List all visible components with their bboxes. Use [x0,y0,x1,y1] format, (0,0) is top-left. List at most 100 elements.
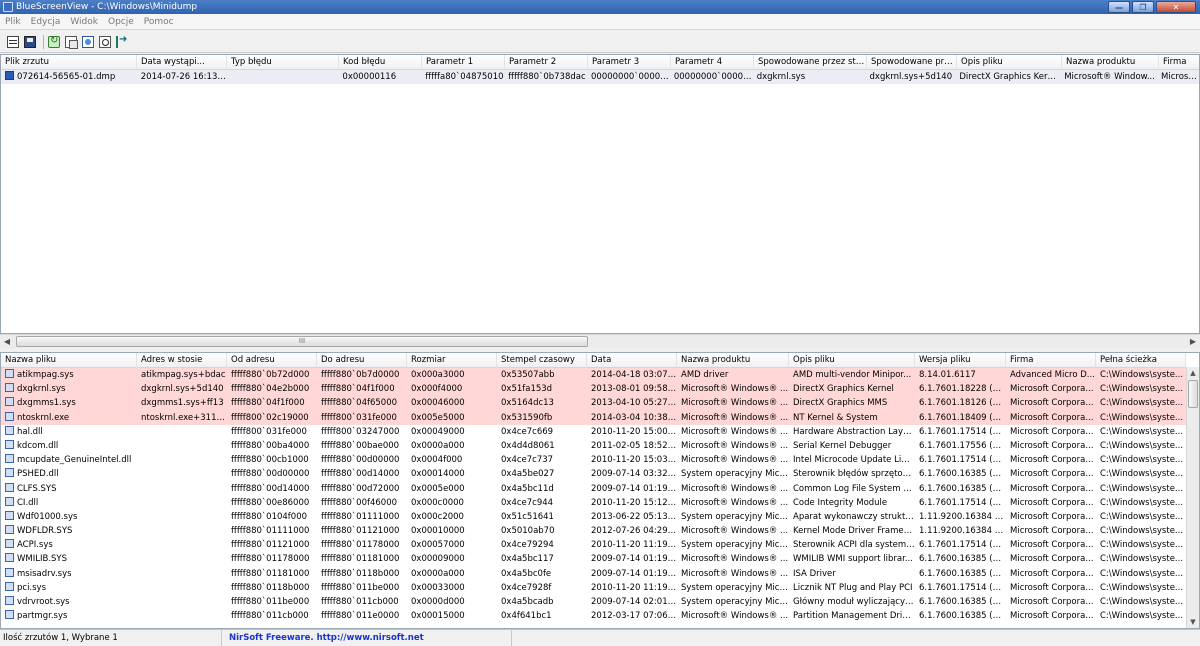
menu-edit[interactable]: Edycja [26,17,66,27]
properties-button[interactable] [6,35,20,49]
column-header[interactable]: Firma [1006,353,1096,368]
table-row[interactable]: vdrvroot.sys fffff880`011be000 fffff880`01… [1,595,1199,609]
cell-text: AMD driver [681,370,729,380]
table-cell: Microsoft® Windows® ... [677,552,789,566]
table-row[interactable]: partmgr.sys fffff880`011cb000 fffff880`011… [1,609,1199,623]
table-cell: Sterownik błędów sprzętow... [789,467,915,481]
find-button[interactable] [98,35,112,49]
cell-text: Microsoft Corpora... [1010,568,1094,579]
html-report-button[interactable] [81,35,95,49]
dump-list-hscrollbar[interactable]: ◀ III ▶ [0,334,1200,348]
cell-text: fffff880`01111000 [321,511,400,522]
column-header[interactable]: Nazwa produktu [1062,55,1159,70]
table-row[interactable]: kdcom.dll fffff880`00ba4000 fffff880`00bae… [1,439,1199,453]
column-header[interactable]: Adres w stosie [137,353,227,368]
table-row[interactable]: WDFLDR.SYS fffff880`01111000 fffff880`0112… [1,524,1199,538]
cell-text: fffff880`01178000 [321,540,400,551]
menu-file[interactable]: Plik [0,17,26,27]
column-header[interactable]: Opis pliku [957,55,1062,70]
column-header[interactable]: Parametr 3 [588,55,671,70]
menu-help[interactable]: Pomoc [139,17,179,27]
column-header[interactable]: Nazwa pliku [1,353,137,368]
table-cell: fffff880`01178000 [317,538,407,552]
dump-file-list[interactable]: Plik zrzutu Data wystąpi... Typ błędu Kod b… [0,54,1200,334]
column-header[interactable]: Spowodowane przez ste... [754,55,867,70]
scroll-up-icon[interactable]: ▲ [1187,367,1199,379]
minimize-button[interactable]: — [1108,1,1130,13]
column-header[interactable]: Wersja pliku [915,353,1006,368]
table-row[interactable]: dxgkrnl.sys dxgkrnl.sys+5d140 fffff880`04e… [1,382,1199,397]
cell-text: Microsoft Corpora... [1010,455,1094,466]
table-row[interactable]: Wdf01000.sys fffff880`0104f000 fffff880`01… [1,510,1199,524]
table-row[interactable]: ntoskrnl.exe ntoskrnl.exe+31173a fffff800`… [1,410,1199,425]
table-row[interactable]: 072614-56565-01.dmp 2014-07-26 16:13:38 0x… [1,70,1199,85]
cell-text: ACPI.sys [17,540,53,551]
title-bar[interactable]: BlueScreenView - C:\Windows\Minidump — ❐… [0,0,1200,14]
column-header[interactable]: Parametr 2 [505,55,588,70]
scroll-thumb[interactable]: III [16,336,588,347]
column-header[interactable]: Kod błędu [339,55,422,70]
scroll-down-icon[interactable]: ▼ [1187,616,1199,628]
table-cell: C:\Windows\syste... [1096,368,1186,382]
column-header[interactable]: Opis pliku [789,353,915,368]
column-header[interactable]: Nazwa produktu [677,353,789,368]
save-button[interactable] [23,35,37,49]
copy-icon [65,35,78,49]
table-cell: 0x4f641bc1 [497,609,587,623]
table-row[interactable]: dxgmms1.sys dxgmms1.sys+ff13 fffff880`04f1… [1,396,1199,411]
cell-text: ISA Driver [793,568,836,579]
column-header[interactable]: Data [587,353,677,368]
table-row[interactable]: CI.dll fffff880`00e86000 fffff880`00f46000… [1,496,1199,510]
refresh-button[interactable] [47,35,61,49]
close-button[interactable]: ✕ [1156,1,1196,13]
cell-text: Microsoft Corpora... [1010,426,1094,437]
table-cell [137,581,227,595]
column-header[interactable]: Parametr 4 [671,55,754,70]
cell-text: Microsoft® Windows® ... [681,384,789,395]
table-cell: fffff800`02c19000 [227,411,317,425]
column-header[interactable]: Stempel czasowy [497,353,587,368]
column-header[interactable]: Typ błędu [227,55,339,70]
table-row[interactable]: PSHED.dll fffff880`00d00000 fffff880`00d14… [1,467,1199,481]
dump-list-header: Plik zrzutu Data wystąpi... Typ błędu Kod b… [1,55,1199,70]
cell-text: C:\Windows\syste... [1100,568,1184,579]
scroll-left-icon[interactable]: ◀ [0,335,14,348]
column-header[interactable]: Data wystąpi... [137,55,227,70]
driver-file-icon [5,610,14,620]
table-cell: C:\Windows\syste... [1096,510,1186,524]
column-header[interactable]: Pełna ścieżka [1096,353,1186,368]
scroll-right-icon[interactable]: ▶ [1186,335,1200,348]
column-header[interactable]: Plik zrzutu [1,55,137,70]
menu-options[interactable]: Opcje [103,17,139,27]
driver-list-vscrollbar[interactable]: ▲ ▼ [1186,367,1199,628]
cell-text: Microsoft® Windows® ... [681,412,789,423]
copy-button[interactable] [64,35,78,49]
driver-list[interactable]: Nazwa pliku Adres w stosie Od adresu Do adr… [0,352,1200,629]
nirsoft-link[interactable]: NirSoft Freeware. http://www.nirsoft.net [222,629,512,646]
column-header[interactable]: Rozmiar [407,353,497,368]
table-row[interactable]: hal.dll fffff800`031fe000 fffff800`0324700… [1,425,1199,439]
table-row[interactable]: CLFS.SYS fffff880`00d14000 fffff880`00d720… [1,482,1199,496]
table-row[interactable]: pci.sys fffff880`0118b000 fffff880`011be00… [1,581,1199,595]
table-cell: fffff880`00d14000 [317,467,407,481]
scroll-thumb[interactable] [1188,380,1198,408]
column-header[interactable]: Spowodowane prz... [867,55,957,70]
column-header[interactable]: Do adresu [317,353,407,368]
table-row[interactable]: ACPI.sys fffff880`01121000 fffff880`011780… [1,538,1199,552]
table-row[interactable]: atikmpag.sys atikmpag.sys+bdac fffff880`0b… [1,368,1199,383]
maximize-button[interactable]: ❐ [1132,1,1154,13]
cell-text: ntoskrnl.exe+31173a [141,412,227,423]
cell-text: Microsoft Corpora... [1010,384,1094,395]
exit-button[interactable] [115,34,129,49]
column-header[interactable]: Parametr 1 [422,55,505,70]
column-header[interactable]: Od adresu [227,353,317,368]
html-report-icon [82,35,94,48]
cell-text: Microsoft Corpora... [1010,412,1094,423]
table-row[interactable]: WMILIB.SYS fffff880`01178000 fffff880`0118… [1,552,1199,566]
column-header[interactable]: Firma [1159,55,1199,70]
table-cell: Microsoft® Window... [1060,70,1157,84]
menu-view[interactable]: Widok [65,17,103,27]
cell-text: C:\Windows\syste... [1100,412,1184,423]
table-row[interactable]: msisadrv.sys fffff880`01181000 fffff880`01… [1,567,1199,581]
table-row[interactable]: mcupdate_GenuineIntel.dll fffff880`00cb10… [1,453,1199,467]
